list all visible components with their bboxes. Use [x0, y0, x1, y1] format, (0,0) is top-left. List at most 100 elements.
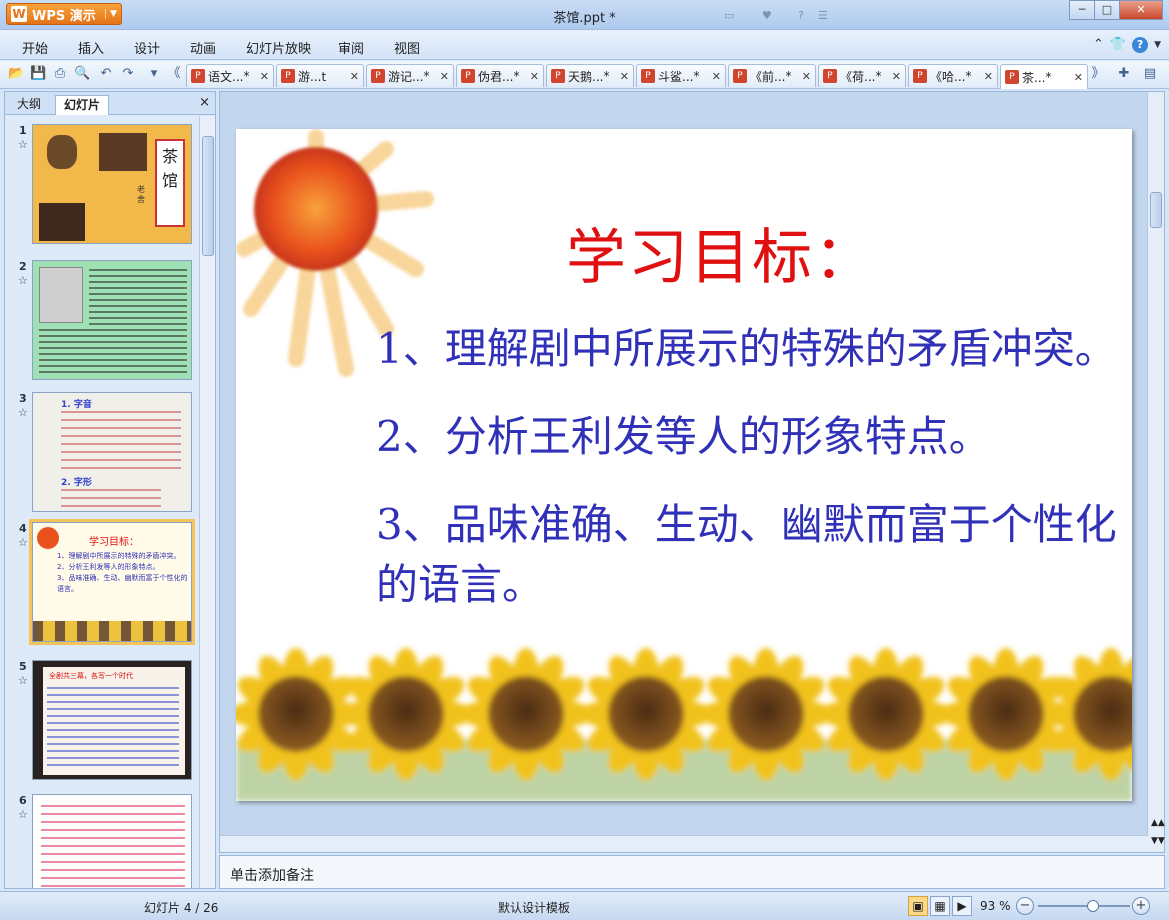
close-tab-icon[interactable]: ✕ [440, 70, 449, 83]
editor-scroll-thumb[interactable] [1150, 192, 1162, 228]
close-tab-icon[interactable]: ✕ [984, 70, 993, 83]
thumbnail-scrollbar[interactable] [199, 116, 215, 888]
slide-thumbnail[interactable]: 全剧共三幕，各写一个时代 [32, 660, 192, 780]
document-tab[interactable]: P 天鹅... * ✕ [546, 64, 634, 87]
slide-title[interactable]: 学习目标： [566, 209, 876, 296]
editor-horizontal-scrollbar[interactable] [220, 835, 1148, 852]
presentation-file-icon: P [191, 69, 205, 83]
menu-3[interactable]: 设计 [134, 38, 160, 57]
document-tab-label: 《哈... [930, 69, 966, 84]
save-icon[interactable]: 💾 [30, 66, 46, 82]
tab-outline[interactable]: 大纲 [9, 95, 49, 115]
close-tab-icon[interactable]: ✕ [892, 70, 901, 83]
close-tab-icon[interactable]: ✕ [260, 70, 269, 83]
editor-vertical-scrollbar[interactable]: ▲▲ ▼▼ [1147, 92, 1165, 852]
thumb-goal-line: 1、理解剧中所展示的特殊的矛盾冲突。 [57, 552, 181, 560]
presentation-file-icon: P [551, 69, 565, 83]
slide-thumbnail[interactable]: 1. 字音 2. 字形 [32, 392, 192, 512]
thumb-goal-line: 3、品味准确、生动、幽默而富于个性化的语言。 [57, 574, 188, 593]
next-slide-icon[interactable]: ▼▼ [1151, 836, 1165, 846]
redo-icon[interactable]: ↷ [120, 66, 136, 82]
close-tab-icon[interactable]: ✕ [530, 70, 539, 83]
shirt-skin-icon[interactable]: 👕 [1110, 37, 1126, 53]
maximize-button[interactable]: □ [1094, 0, 1120, 20]
slide-thumbnail[interactable]: 茶馆 老舍 [32, 124, 192, 244]
menu-5[interactable]: 幻灯片放映 [246, 38, 311, 57]
chevron-up-icon[interactable]: ⌃ [1093, 37, 1104, 53]
zoom-in-button[interactable]: + [1132, 897, 1150, 915]
skin-icon[interactable]: ♥ [762, 9, 772, 22]
slide-thumbnail[interactable] [32, 260, 192, 380]
menu-7[interactable]: 视图 [394, 38, 420, 57]
menu-6[interactable]: 审阅 [338, 38, 364, 57]
help-dropdown-icon[interactable]: ▼ [1154, 37, 1161, 53]
close-tab-icon[interactable]: ✕ [620, 70, 629, 83]
normal-view-button[interactable]: ▣ [908, 896, 928, 916]
document-tab[interactable]: P 《荷... * ✕ [818, 64, 906, 87]
tabs-scroll-right-icon[interactable]: 》 [1090, 66, 1106, 82]
window-controls: ─ □ ✕ [1069, 0, 1163, 20]
menu-1[interactable]: 开始 [22, 38, 48, 57]
sunflower-strip [33, 621, 191, 641]
close-tab-icon[interactable]: ✕ [1074, 71, 1083, 84]
document-tab[interactable]: P 《前... * ✕ [728, 64, 816, 87]
close-tab-icon[interactable]: ✕ [712, 70, 721, 83]
zoom-slider-knob[interactable] [1087, 900, 1099, 912]
design-template-label: 默认设计模板 [498, 901, 571, 915]
zoom-out-button[interactable]: − [1016, 897, 1034, 915]
thumb-body: 1、理解剧中所展示的特殊的矛盾冲突。 2、分析王利发等人的形象特点。 3、品味准确、… [57, 551, 191, 595]
tabs-scroll-left-icon[interactable]: 《 [166, 66, 182, 82]
text-lines [61, 489, 161, 507]
document-tab[interactable]: P 语文... * ✕ [186, 64, 274, 87]
slide-sorter-view-button[interactable]: ▦ [930, 896, 950, 916]
thumb-title: 学习目标： [89, 537, 139, 548]
scrollbar-thumb[interactable] [202, 136, 214, 256]
close-tab-icon[interactable]: ✕ [350, 70, 359, 83]
menu-2[interactable]: 插入 [78, 38, 104, 57]
menu-4[interactable]: 动画 [190, 38, 216, 57]
modified-marker: * [423, 69, 430, 83]
close-tab-icon[interactable]: ✕ [802, 70, 811, 83]
print-preview-icon[interactable]: 🔍 [74, 66, 90, 82]
minimize-button[interactable]: ─ [1069, 0, 1095, 20]
text-lines [47, 687, 179, 767]
presentation-file-icon: P [281, 69, 295, 83]
close-button[interactable]: ✕ [1119, 0, 1163, 20]
document-tab[interactable]: P 斗鲨... * ✕ [636, 64, 726, 87]
help-center-icon[interactable]: ? [798, 9, 804, 22]
open-folder-icon[interactable]: 📂 [8, 66, 24, 82]
undo-icon[interactable]: ↶ [98, 66, 114, 82]
sun-icon [37, 527, 59, 549]
author-portrait [39, 267, 83, 323]
document-tab[interactable]: P 伪君... * ✕ [456, 64, 544, 87]
user-icon[interactable]: ▭ [724, 9, 734, 22]
slide-thumbnail[interactable]: 学习目标： 1、理解剧中所展示的特殊的矛盾冲突。 2、分析王利发等人的形象特点。 3、… [29, 519, 195, 645]
thumb-goal-line: 2、分析王利发等人的形象特点。 [57, 563, 160, 571]
presentation-file-icon: P [461, 69, 475, 83]
print-icon[interactable]: ⎙ [52, 66, 68, 82]
tab-slides[interactable]: 幻灯片 [55, 95, 110, 115]
feedback-icon[interactable]: ☰ [818, 9, 828, 22]
slide-thumbnail[interactable] [32, 794, 192, 888]
transition-star-icon: ☆ [18, 138, 28, 151]
slideshow-button[interactable]: ▶ [952, 896, 972, 916]
panel-close-icon[interactable]: × [199, 95, 210, 110]
zoom-slider-track[interactable] [1038, 905, 1130, 907]
document-tab[interactable]: P 茶... * ✕ [1000, 64, 1088, 89]
new-tab-icon[interactable]: ✚ [1116, 66, 1132, 82]
text-lines [89, 269, 187, 325]
document-tab-label: 《前... [750, 69, 786, 84]
notes-pane[interactable]: 单击添加备注 [219, 855, 1165, 889]
document-tab[interactable]: P 游...t ✕ [276, 64, 364, 87]
author-label: 老舍 [137, 185, 145, 204]
tab-list-icon[interactable]: ▤ [1142, 66, 1158, 82]
document-tab[interactable]: P 《哈... * ✕ [908, 64, 998, 87]
presentation-file-icon: P [1005, 70, 1019, 84]
prev-slide-icon[interactable]: ▲▲ [1151, 818, 1165, 828]
document-tab[interactable]: P 游记... * ✕ [366, 64, 454, 87]
slide-body[interactable]: 1、理解剧中所展示的特殊的矛盾冲突。 2、分析王利发等人的形象特点。 3、品味准… [376, 319, 1124, 643]
help-icon[interactable]: ? [1132, 37, 1149, 53]
current-slide[interactable]: 学习目标： 1、理解剧中所展示的特殊的矛盾冲突。 2、分析王利发等人的形象特点。… [236, 129, 1132, 801]
modified-marker: * [785, 69, 792, 83]
toolbar-dropdown-icon[interactable]: ▾ [146, 66, 162, 82]
